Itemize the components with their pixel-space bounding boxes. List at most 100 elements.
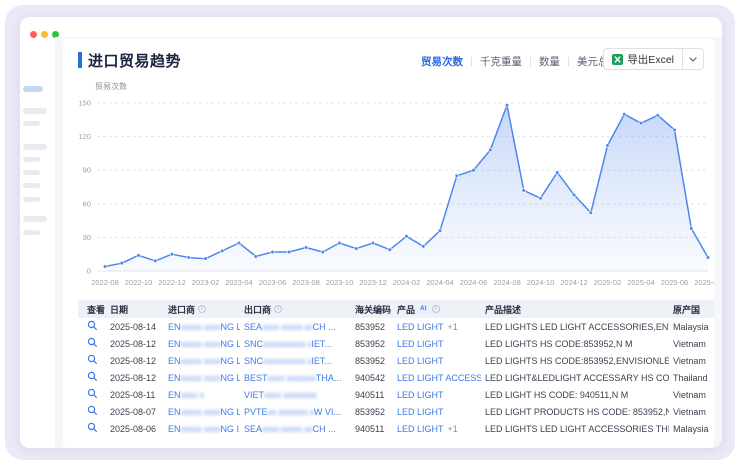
export-excel-label: 导出Excel xyxy=(627,52,674,67)
date-cell: 2025-08-12 xyxy=(106,373,164,383)
sidebar-item[interactable] xyxy=(23,108,47,114)
product-link[interactable]: LED LIGHT xyxy=(397,407,444,417)
svg-text:2023-04: 2023-04 xyxy=(225,278,253,287)
info-icon[interactable]: i xyxy=(198,305,206,313)
sidebar-item[interactable] xyxy=(23,197,40,202)
trade-trend-card: 进口贸易趋势 贸易次数 千克重量 数量 美元总价 xyxy=(63,39,714,448)
table-header-row: 查看 日期 进口商i 出口商i 海关编码 产品AIi 产品描述 原产国 xyxy=(78,300,714,318)
view-detail-button[interactable] xyxy=(87,354,98,365)
sidebar-item[interactable] xyxy=(23,183,40,188)
exporter-link[interactable]: SNCxxxxxxxxxx xIET... xyxy=(240,356,351,366)
product-more-count: +1 xyxy=(448,424,458,434)
product-link[interactable]: LED LIGHT xyxy=(397,424,444,434)
magnifier-icon xyxy=(87,388,98,399)
svg-text:2025-08: 2025-08 xyxy=(694,278,714,287)
svg-text:30: 30 xyxy=(83,233,91,242)
product-more-count: +1 xyxy=(448,322,458,332)
tab-separator xyxy=(530,57,531,66)
product-link[interactable]: LED LIGHT xyxy=(397,322,444,332)
svg-text:2024-06: 2024-06 xyxy=(460,278,488,287)
origin-cell: Vietnam xyxy=(669,390,714,400)
sidebar-item[interactable] xyxy=(23,157,40,162)
date-cell: 2025-08-12 xyxy=(106,356,164,366)
header-description: 产品描述 xyxy=(481,303,669,316)
svg-text:2023-06: 2023-06 xyxy=(259,278,287,287)
table-row: 2025-08-11 ENxxxx x VIETxxxx xxxxxxxx 94… xyxy=(78,386,714,403)
view-detail-button[interactable] xyxy=(87,388,98,399)
svg-text:90: 90 xyxy=(83,166,91,175)
view-detail-button[interactable] xyxy=(87,337,98,348)
header-exporter: 出口商i xyxy=(240,303,351,316)
product-link[interactable]: LED LIGHT xyxy=(397,339,444,349)
product-link[interactable]: LED LIGHT xyxy=(397,356,444,366)
info-icon[interactable]: i xyxy=(432,305,440,313)
magnifier-icon xyxy=(87,371,98,382)
svg-text:2024-02: 2024-02 xyxy=(393,278,421,287)
table-row: 2025-08-07 ENxxxxx xxxxNG L... PVTExx xx… xyxy=(78,403,714,420)
magnifier-icon xyxy=(87,354,98,365)
shipments-table: 查看 日期 进口商i 出口商i 海关编码 产品AIi 产品描述 原产国 2025… xyxy=(78,300,714,437)
export-excel-split-button: 导出Excel xyxy=(603,48,704,70)
table-row: 2025-08-12 ENxxxxx xxxxNG L... BESTxxxx … xyxy=(78,369,714,386)
svg-text:120: 120 xyxy=(78,132,91,141)
svg-text:2023-10: 2023-10 xyxy=(326,278,354,287)
origin-cell: Thailand xyxy=(669,373,714,383)
svg-text:60: 60 xyxy=(83,199,91,208)
date-cell: 2025-08-07 xyxy=(106,407,164,417)
svg-text:2024-10: 2024-10 xyxy=(527,278,555,287)
sidebar-item[interactable] xyxy=(23,170,40,175)
sidebar-item[interactable] xyxy=(23,144,47,150)
svg-text:2025-04: 2025-04 xyxy=(627,278,655,287)
header-view: 查看 xyxy=(78,303,106,316)
magnifier-icon xyxy=(87,422,98,433)
importer-link[interactable]: ENxxxxx xxxxNG L... xyxy=(164,356,240,366)
close-window-button[interactable] xyxy=(30,31,37,38)
importer-link[interactable]: ENxxxxx xxxxNG I... xyxy=(164,424,240,434)
sidebar-item[interactable] xyxy=(23,230,40,235)
exporter-link[interactable]: VIETxxxx xxxxxxxx xyxy=(240,390,351,400)
importer-link[interactable]: ENxxxx x xyxy=(164,390,240,400)
view-detail-button[interactable] xyxy=(87,320,98,331)
svg-text:贸易次数: 贸易次数 xyxy=(95,81,127,91)
exporter-link[interactable]: BESTxxxx xxxxxxxTHA... xyxy=(240,373,351,383)
importer-link[interactable]: ENxxxxx xxxxNG L... xyxy=(164,407,240,417)
tab-quantity[interactable]: 数量 xyxy=(539,54,560,69)
exporter-link[interactable]: PVTExx xxxxxxx xW VI... xyxy=(240,407,351,417)
exporter-link[interactable]: SEAxxxx xxxxx xxCH ... xyxy=(240,424,351,434)
magnifier-icon xyxy=(87,320,98,331)
sidebar-item-active[interactable] xyxy=(23,86,43,92)
product-link[interactable]: LED LIGHT ACCESSORY xyxy=(397,373,481,383)
tab-separator xyxy=(471,57,472,66)
view-detail-button[interactable] xyxy=(87,422,98,433)
sidebar-item[interactable] xyxy=(23,121,40,126)
table-row: 2025-08-12 ENxxxxx xxxxNG L... SNCxxxxxx… xyxy=(78,335,714,352)
importer-link[interactable]: ENxxxxx xxxxNG L... xyxy=(164,373,240,383)
product-link[interactable]: LED LIGHT xyxy=(397,390,444,400)
export-options-caret[interactable] xyxy=(682,49,703,69)
origin-cell: Malaysia xyxy=(669,322,714,332)
sidebar-item[interactable] xyxy=(23,216,47,222)
header-hs-code: 海关编码 xyxy=(351,303,393,316)
tab-separator xyxy=(568,57,569,66)
tab-kg-weight[interactable]: 千克重量 xyxy=(480,54,522,69)
exporter-link[interactable]: SNCxxxxxxxxxx xIET... xyxy=(240,339,351,349)
svg-text:2022-08: 2022-08 xyxy=(91,278,119,287)
origin-cell: Vietnam xyxy=(669,407,714,417)
importer-link[interactable]: ENxxxxx xxxxNG L... xyxy=(164,339,240,349)
trend-area-chart[interactable]: 0306090120150贸易次数2022-082022-102022-1220… xyxy=(63,79,714,293)
info-icon[interactable]: i xyxy=(274,305,282,313)
exporter-link[interactable]: SEAxxxx xxxxx xxCH ... xyxy=(240,322,351,332)
description-cell: LED LIGHT HS CODE: 940511,N M xyxy=(481,390,669,400)
tab-trade-count[interactable]: 贸易次数 xyxy=(421,54,463,69)
view-detail-button[interactable] xyxy=(87,405,98,416)
minimize-window-button[interactable] xyxy=(41,31,48,38)
export-excel-button[interactable]: 导出Excel xyxy=(604,49,682,69)
importer-link[interactable]: ENxxxxx xxxxNG L... xyxy=(164,322,240,332)
svg-text:2025-06: 2025-06 xyxy=(661,278,689,287)
origin-cell: Vietnam xyxy=(669,356,714,366)
view-detail-button[interactable] xyxy=(87,371,98,382)
header-importer: 进口商i xyxy=(164,303,240,316)
svg-text:2025-02: 2025-02 xyxy=(594,278,622,287)
magnifier-icon xyxy=(87,337,98,348)
description-cell: LED LIGHTS LED LIGHT ACCESSORIES,ENVISIO… xyxy=(481,322,669,332)
